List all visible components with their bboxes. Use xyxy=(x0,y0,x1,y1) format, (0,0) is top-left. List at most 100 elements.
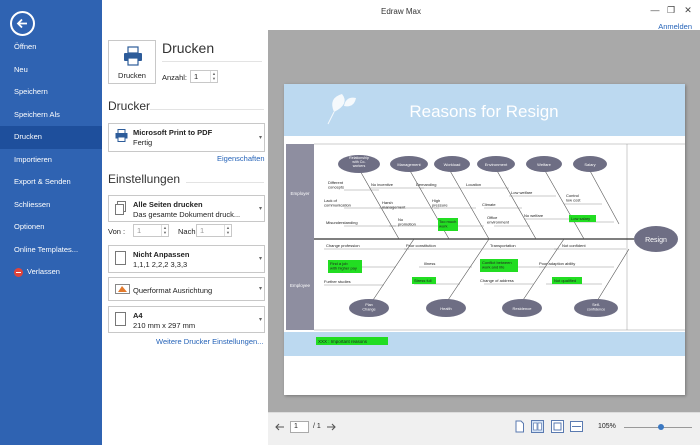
cause-label: Office environment xyxy=(487,215,510,225)
copies-value: 1 xyxy=(194,72,199,81)
cause-label: Misunderstanding xyxy=(326,220,358,225)
two-page-view-icon[interactable] xyxy=(531,420,544,433)
chevron-down-icon: ▾ xyxy=(258,286,262,292)
printer-icon xyxy=(124,46,142,66)
nav-item-label: Export & Senden xyxy=(14,177,71,186)
page-range-title: Alle Seiten drucken xyxy=(133,200,203,209)
print-button[interactable]: Drucken xyxy=(108,40,156,84)
nav-item-save[interactable]: Speichern xyxy=(0,81,102,104)
close-button[interactable]: ✕ xyxy=(681,4,695,16)
nav-item-label: Verlassen xyxy=(27,267,60,276)
back-arrow-icon xyxy=(16,18,27,29)
nav-item-new[interactable]: Neu xyxy=(0,59,102,82)
preview-page: Reasons for Resign Employer Employee Res… xyxy=(284,84,685,395)
cause-twigs xyxy=(324,187,626,286)
page-range-description: Das gesamte Dokument druck... xyxy=(133,210,241,219)
page-range-select[interactable]: Alle Seiten drucken Das gesamte Dokument… xyxy=(108,195,265,222)
zoom-slider[interactable] xyxy=(624,424,692,430)
from-page-input[interactable]: 1 ▲ ▼ xyxy=(133,224,169,237)
nav-item-label: Speichern xyxy=(14,87,48,96)
printer-select[interactable]: Microsoft Print to PDF Fertig ▾ xyxy=(108,123,265,152)
to-page-input[interactable]: 1 ▲ ▼ xyxy=(196,224,232,237)
legend-text: XXX : Important reasons xyxy=(318,339,368,344)
divider xyxy=(162,61,262,62)
arrow-right-icon xyxy=(327,423,336,431)
fit-width-view-icon[interactable] xyxy=(570,420,583,433)
nav-item-label: Drucken xyxy=(14,132,42,141)
category-label: Workload xyxy=(444,162,461,167)
scaling-description: 1,1,1 2,2,2 3,3,3 xyxy=(133,260,188,269)
fishbone-diagram: Reasons for Resign Employer Employee Res… xyxy=(284,84,685,356)
print-settings-panel: Drucken Drucken Anzahl: 1 ▲ ▼ Drucker Micr… xyxy=(102,30,268,445)
nav-item-save-as[interactable]: Speichern Als xyxy=(0,104,102,127)
copies-label: Anzahl: xyxy=(162,73,188,82)
fit-page-view-icon[interactable] xyxy=(551,420,564,433)
zoom-slider-thumb[interactable] xyxy=(658,424,665,430)
nav-item-label: Optionen xyxy=(14,222,45,231)
chevron-down-icon: ▾ xyxy=(258,256,262,262)
effect-label: Resign xyxy=(645,237,667,244)
page-number-input[interactable]: 1 xyxy=(290,421,309,433)
nav-item-options[interactable]: Optionen xyxy=(0,216,102,239)
landscape-orientation-icon xyxy=(115,284,130,294)
nav-item-close[interactable]: Schliessen xyxy=(0,194,102,217)
category-label: Residence xyxy=(513,306,533,311)
restore-button[interactable]: ❐ xyxy=(664,4,678,16)
category-label: Welfare xyxy=(537,162,551,167)
backstage-sidebar: Öffnen Neu Speichern Speichern Als Druck… xyxy=(0,0,102,445)
backstage-nav: Öffnen Neu Speichern Speichern Als Druck… xyxy=(0,36,102,284)
cause-label: Illness xyxy=(424,261,435,266)
scaling-title: Nicht Anpassen xyxy=(133,250,190,259)
nav-item-label: Schliessen xyxy=(14,199,51,209)
previous-page-button[interactable] xyxy=(274,421,286,433)
next-page-button[interactable] xyxy=(325,421,337,433)
nav-item-exit[interactable]: Verlassen xyxy=(0,261,102,284)
printer-status: Fertig xyxy=(133,138,153,147)
nav-item-online-templates[interactable]: Online Templates... xyxy=(0,239,102,262)
nav-item-export-send[interactable]: Export & Senden xyxy=(0,171,102,194)
printer-icon xyxy=(115,129,128,142)
nav-item-print[interactable]: Drucken xyxy=(0,126,102,149)
nav-item-label: Online Templates... xyxy=(14,244,79,254)
back-button[interactable] xyxy=(10,11,35,36)
nav-item-open[interactable]: Öffnen xyxy=(0,36,102,59)
page-total: / 1 xyxy=(313,423,321,430)
cause-label: Location xyxy=(466,182,481,187)
from-label: Von : xyxy=(108,227,126,236)
minimize-button[interactable]: — xyxy=(648,4,662,16)
page-icon xyxy=(115,251,126,265)
chevron-down-icon: ▾ xyxy=(258,134,262,141)
to-page-spinner[interactable]: ▲ ▼ xyxy=(224,225,231,236)
nav-item-label: Öffnen xyxy=(14,42,37,51)
row-label-employer: Employer xyxy=(290,191,310,196)
cause-label: Climate xyxy=(482,202,496,207)
paper-icon xyxy=(115,312,126,326)
nav-item-label: Neu xyxy=(14,64,28,74)
nav-item-import[interactable]: Importieren xyxy=(0,149,102,172)
cause-label: Further studies xyxy=(324,279,351,284)
category-label: Environment xyxy=(485,162,508,167)
to-label: Nach xyxy=(178,227,196,236)
copies-input[interactable]: 1 ▲ ▼ xyxy=(190,70,218,83)
cause-label: High pressure xyxy=(432,198,448,208)
diagram-title: Reasons for Resign xyxy=(409,102,558,121)
single-page-view-icon[interactable] xyxy=(513,420,526,433)
paper-size-select[interactable]: A4 210 mm x 297 mm ▾ xyxy=(108,306,265,333)
app-title: Edraw Max xyxy=(380,7,421,16)
nav-item-label: Speichern Als xyxy=(14,109,60,119)
cause-label: No promotion xyxy=(398,217,416,227)
orientation-select[interactable]: Querformat Ausrichtung ▾ xyxy=(108,277,265,301)
print-preview-area: Reasons for Resign Employer Employee Res… xyxy=(268,30,700,412)
cause-label: Harsh management xyxy=(382,200,406,210)
to-page-value: 1 xyxy=(200,226,205,235)
title-bar: Edraw Max — ❐ ✕ Anmelden xyxy=(102,0,700,31)
from-page-spinner[interactable]: ▲ ▼ xyxy=(161,225,168,236)
bottom-category-nodes: Plan Change Health Residence Self-confide… xyxy=(349,299,618,317)
arrow-left-icon xyxy=(275,423,284,431)
scaling-select[interactable]: Nicht Anpassen 1,1,1 2,2,2 3,3,3 ▾ xyxy=(108,245,265,273)
more-printer-settings-link[interactable]: Weitere Drucker Einstellungen... xyxy=(156,337,263,346)
copies-spinner[interactable]: ▲ ▼ xyxy=(210,71,217,82)
printer-properties-link[interactable]: Eigenschaften xyxy=(217,154,265,163)
cause-label: Poor constitution xyxy=(406,243,436,248)
cause-label: Lack of communication xyxy=(324,198,351,208)
